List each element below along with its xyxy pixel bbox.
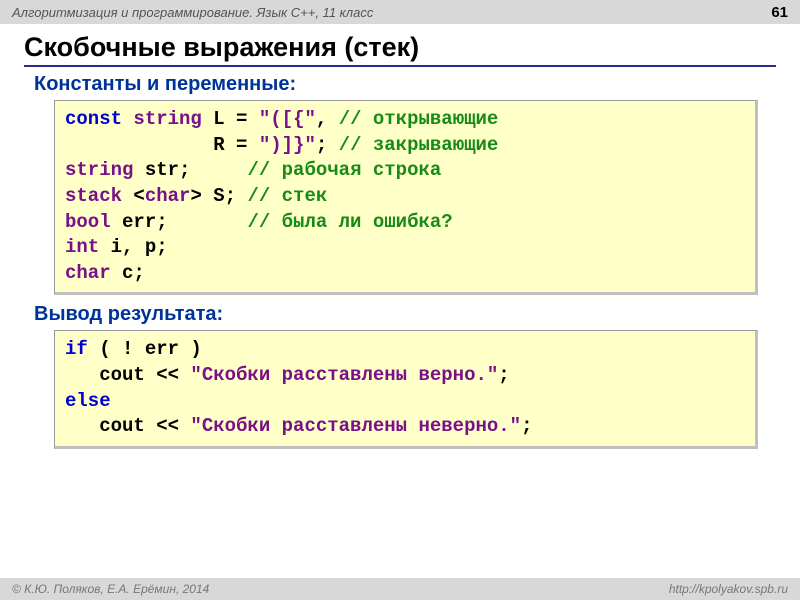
code-text: L =: [202, 108, 259, 130]
footer-authors: © К.Ю. Поляков, Е.А. Ерёмин, 2014: [12, 582, 209, 596]
code-text: <: [122, 185, 145, 207]
string-literal: ")]}": [259, 134, 316, 156]
code-text: ;: [521, 415, 532, 437]
type-int: int: [65, 236, 99, 258]
code-text: c;: [111, 262, 145, 284]
code-text: ;: [498, 364, 509, 386]
code-block-constants: const string L = "([{", // открывающие R…: [54, 100, 758, 295]
code-text: R =: [65, 134, 259, 156]
code-text: cout <<: [65, 415, 190, 437]
string-literal: "Скобки расставлены верно.": [190, 364, 498, 386]
code-text: ;: [316, 134, 339, 156]
section-constants: Константы и переменные:: [34, 73, 776, 96]
code-text: > S;: [190, 185, 247, 207]
comment: // была ли ошибка?: [247, 211, 452, 233]
code-block-output: if ( ! err ) cout << "Скобки расставлены…: [54, 330, 758, 449]
comment: // рабочая строка: [247, 159, 441, 181]
footer-url: http://kpolyakov.spb.ru: [669, 582, 788, 596]
kw-if: if: [65, 338, 88, 360]
code-text: ,: [316, 108, 339, 130]
footer-bar: © К.Ю. Поляков, Е.А. Ерёмин, 2014 http:/…: [0, 578, 800, 600]
type-char: char: [145, 185, 191, 207]
comment: // стек: [247, 185, 327, 207]
type-char: char: [65, 262, 111, 284]
code-text: ( ! err ): [88, 338, 202, 360]
type-string: string: [65, 159, 133, 181]
type-bool: bool: [65, 211, 111, 233]
kw-const: const: [65, 108, 122, 130]
page-title: Скобочные выражения (стек): [24, 32, 776, 67]
header-bar: Алгоритмизация и программирование. Язык …: [0, 0, 800, 24]
comment: // закрывающие: [339, 134, 499, 156]
code-text: i, p;: [99, 236, 167, 258]
page-number: 61: [771, 4, 788, 21]
slide-content: Скобочные выражения (стек) Константы и п…: [0, 24, 800, 449]
code-text: err;: [111, 211, 248, 233]
kw-else: else: [65, 390, 111, 412]
comment: // открывающие: [339, 108, 499, 130]
code-text: str;: [133, 159, 247, 181]
string-literal: "([{": [259, 108, 316, 130]
type-stack: stack: [65, 185, 122, 207]
string-literal: "Скобки расставлены неверно.": [190, 415, 521, 437]
code-text: cout <<: [65, 364, 190, 386]
section-output: Вывод результата:: [34, 303, 776, 326]
type-string: string: [133, 108, 201, 130]
course-label: Алгоритмизация и программирование. Язык …: [12, 5, 373, 20]
